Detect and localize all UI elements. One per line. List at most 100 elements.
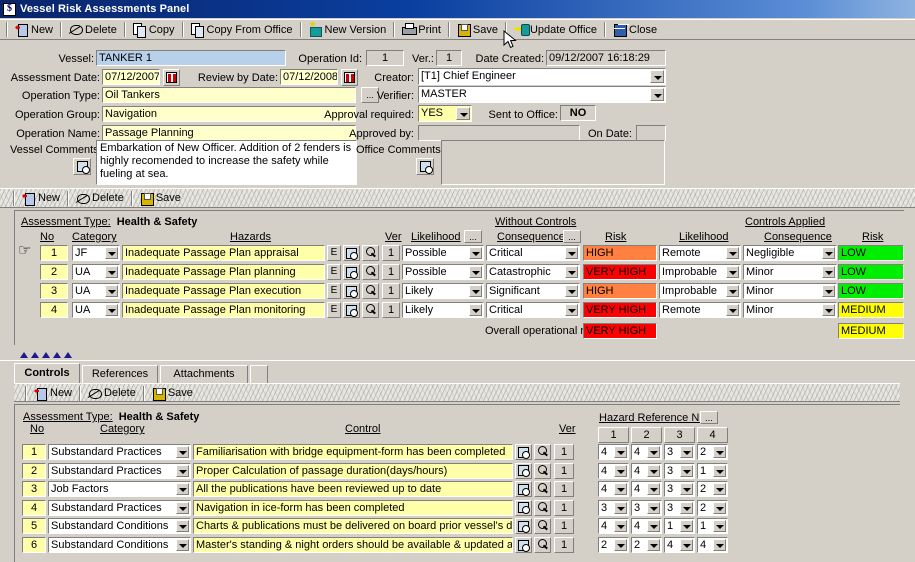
hazard-likelihood-select[interactable]: Likely xyxy=(402,302,484,318)
hazard-ref-select[interactable]: 4 xyxy=(631,444,662,460)
chevron-down-icon[interactable] xyxy=(565,266,578,278)
verifier-select[interactable]: MASTER xyxy=(418,86,666,103)
control-description[interactable]: All the publications have been reviewed … xyxy=(193,481,513,498)
hazard-edit-button[interactable]: E xyxy=(327,302,341,318)
delete-button[interactable]: Delete xyxy=(65,21,121,39)
chevron-down-icon[interactable] xyxy=(469,266,482,278)
assessment-date-field[interactable]: 07/12/2007 xyxy=(102,69,160,85)
control-description[interactable]: Navigation in ice-form has been complete… xyxy=(193,499,513,516)
chevron-down-icon[interactable] xyxy=(822,285,835,297)
chevron-down-icon[interactable] xyxy=(726,247,739,259)
hazard-ref-select[interactable]: 3 xyxy=(631,499,662,516)
hazard-ref-select[interactable]: 1 xyxy=(697,462,728,479)
chevron-down-icon[interactable] xyxy=(650,88,664,101)
chevron-down-icon[interactable] xyxy=(647,501,660,514)
assessment-date-calendar-icon[interactable] xyxy=(163,69,180,86)
control-category-select[interactable]: Substandard Practices xyxy=(48,499,191,516)
control-save-button[interactable]: Save xyxy=(148,384,197,402)
hazard-controlled-consequence-select[interactable]: Negligible xyxy=(743,245,837,261)
control-detail-icon[interactable] xyxy=(515,537,532,553)
hazard-ref-select[interactable]: 4 xyxy=(631,481,662,498)
chevron-down-icon[interactable] xyxy=(469,247,482,259)
hazard-detail-icon[interactable] xyxy=(343,283,360,299)
chevron-down-icon[interactable] xyxy=(680,520,693,533)
chevron-down-icon[interactable] xyxy=(456,107,470,120)
hazard-ref-select[interactable]: 2 xyxy=(598,537,629,553)
chevron-down-icon[interactable] xyxy=(614,501,627,514)
control-detail-icon[interactable] xyxy=(515,499,532,516)
hazard-consequence-select[interactable]: Critical xyxy=(486,245,580,261)
chevron-down-icon[interactable] xyxy=(647,446,660,458)
chevron-down-icon[interactable] xyxy=(614,539,627,551)
chevron-down-icon[interactable] xyxy=(680,539,693,551)
control-category-select[interactable]: Job Factors xyxy=(48,481,191,498)
chevron-down-icon[interactable] xyxy=(647,464,660,477)
chevron-down-icon[interactable] xyxy=(713,464,726,477)
office-comments-field[interactable] xyxy=(441,140,665,185)
chevron-down-icon[interactable] xyxy=(726,304,739,316)
hazard-likelihood-select[interactable]: Possible xyxy=(402,245,484,261)
hazard-consequence-select[interactable]: Critical xyxy=(486,302,580,318)
chevron-down-icon[interactable] xyxy=(176,483,189,496)
chevron-down-icon[interactable] xyxy=(713,446,726,458)
chevron-down-icon[interactable] xyxy=(647,539,660,551)
office-comments-zoom-icon[interactable] xyxy=(416,158,434,175)
hazard-category-select[interactable]: UA xyxy=(72,302,120,318)
hazard-ref-select[interactable]: 3 xyxy=(598,499,629,516)
hazard-description[interactable]: Inadequate Passage Plan monitoring xyxy=(122,302,325,318)
chevron-down-icon[interactable] xyxy=(105,304,118,316)
chevron-down-icon[interactable] xyxy=(713,483,726,496)
chevron-down-icon[interactable] xyxy=(822,247,835,259)
hazard-search-icon[interactable] xyxy=(362,245,379,261)
chevron-down-icon[interactable] xyxy=(647,520,660,533)
approval-required-select[interactable]: YES xyxy=(418,105,472,122)
operation-group-field[interactable]: Navigation xyxy=(102,106,356,122)
chevron-down-icon[interactable] xyxy=(726,266,739,278)
hazard-ref-select[interactable]: 3 xyxy=(664,481,695,498)
chevron-down-icon[interactable] xyxy=(469,285,482,297)
vessel-comments-field[interactable]: Embarkation of New Officer. Addition of … xyxy=(96,140,357,185)
hazard-likelihood-select[interactable]: Likely xyxy=(402,283,484,299)
hazard-category-select[interactable]: UA xyxy=(72,264,120,280)
hazard-ref-select[interactable]: 4 xyxy=(697,537,728,553)
hazard-edit-button[interactable]: E xyxy=(327,264,341,280)
chevron-down-icon[interactable] xyxy=(176,520,189,533)
chevron-down-icon[interactable] xyxy=(105,266,118,278)
hazard-ref-select[interactable]: 4 xyxy=(631,518,662,535)
hazard-ref-select[interactable]: 2 xyxy=(697,499,728,516)
control-category-select[interactable]: Substandard Practices xyxy=(48,444,191,460)
chevron-down-icon[interactable] xyxy=(822,266,835,278)
hazard-edit-button[interactable]: E xyxy=(327,245,341,261)
control-search-icon[interactable] xyxy=(534,537,551,553)
control-search-icon[interactable] xyxy=(534,499,551,516)
likelihood-lookup-button[interactable]: ... xyxy=(464,230,482,243)
tab-controls[interactable]: Controls xyxy=(14,363,80,383)
chevron-down-icon[interactable] xyxy=(650,70,664,83)
chevron-down-icon[interactable] xyxy=(105,285,118,297)
chevron-down-icon[interactable] xyxy=(713,539,726,551)
hazard-consequence-select[interactable]: Catastrophic xyxy=(486,264,580,280)
control-detail-icon[interactable] xyxy=(515,518,532,535)
control-search-icon[interactable] xyxy=(534,444,551,460)
copy-button[interactable]: Copy xyxy=(129,21,179,39)
control-detail-icon[interactable] xyxy=(515,444,532,460)
hazard-edit-button[interactable]: E xyxy=(327,283,341,299)
operation-name-field[interactable]: Passage Planning xyxy=(102,125,356,141)
operation-type-field[interactable]: Oil Tankers xyxy=(102,87,356,103)
chevron-down-icon[interactable] xyxy=(822,304,835,316)
hazard-ref-select[interactable]: 4 xyxy=(598,481,629,498)
hazard-controlled-consequence-select[interactable]: Minor xyxy=(743,302,837,318)
chevron-down-icon[interactable] xyxy=(726,285,739,297)
hazard-category-select[interactable]: UA xyxy=(72,283,120,299)
hazard-ref-select[interactable]: 3 xyxy=(664,444,695,460)
control-search-icon[interactable] xyxy=(534,462,551,479)
control-detail-icon[interactable] xyxy=(515,462,532,479)
hazard-delete-button[interactable]: Delete xyxy=(72,189,128,207)
chevron-down-icon[interactable] xyxy=(565,247,578,259)
new-button[interactable]: New xyxy=(11,21,57,39)
hazard-search-icon[interactable] xyxy=(362,264,379,280)
hazard-ref-lookup-button[interactable]: ... xyxy=(700,411,718,424)
update-office-button[interactable]: Update Office xyxy=(510,21,601,39)
hazard-controlled-likelihood-select[interactable]: Improbable xyxy=(659,283,741,299)
consequence-lookup-button[interactable]: ... xyxy=(563,230,581,243)
